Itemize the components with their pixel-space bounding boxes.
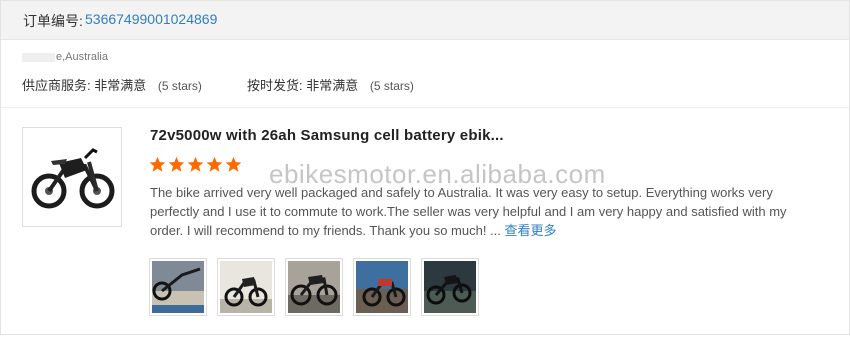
masked-buyer-name	[22, 52, 55, 62]
order-header: 订单编号: 53667499001024869	[1, 1, 849, 40]
review-card: 订单编号: 53667499001024869 e,Australia 供应商服…	[0, 0, 850, 335]
rating-stars-text: (5 stars)	[157, 79, 202, 93]
bike-photo-thumbnail-4-icon	[356, 261, 408, 313]
bike-photo-thumbnail-5-icon	[424, 261, 476, 313]
rating-stars-text: (5 stars)	[369, 79, 414, 93]
rating-value: 非常满意	[94, 78, 147, 93]
divider	[1, 107, 849, 108]
review-photo-thumbnail[interactable]	[217, 258, 275, 316]
bike-photo-thumbnail-3-icon	[288, 261, 340, 313]
buyer-location: e,Australia	[22, 51, 108, 63]
rating-label: 按时发货:	[247, 78, 303, 93]
review-photo-thumbnail[interactable]	[149, 258, 207, 316]
star-icon	[149, 156, 166, 172]
buyer-location-text: e,Australia	[56, 51, 108, 63]
review-text: The bike arrived very well packaged and …	[150, 185, 787, 238]
order-number-label: 订单编号:	[23, 13, 83, 29]
on-time-shipping-rating: 按时发货: 非常满意 (5 stars)	[247, 75, 414, 94]
supplier-service-rating: 供应商服务: 非常满意 (5 stars)	[22, 75, 202, 94]
review-photo-thumbnails	[149, 258, 479, 316]
bike-photo-thumbnail-1-icon	[152, 261, 204, 313]
rating-value: 非常满意	[306, 78, 359, 93]
review-photo-thumbnail[interactable]	[353, 258, 411, 316]
product-image[interactable]	[22, 127, 122, 227]
review-photo-thumbnail[interactable]	[421, 258, 479, 316]
bike-photo-thumbnail-2-icon	[220, 261, 272, 313]
product-rating-stars	[149, 156, 242, 173]
rating-label: 供应商服务:	[22, 78, 91, 93]
view-more-link[interactable]: 查看更多	[505, 223, 557, 238]
review-photo-thumbnail[interactable]	[285, 258, 343, 316]
star-icon	[225, 156, 242, 172]
star-icon	[187, 156, 204, 172]
electric-motorbike-photo-icon	[23, 128, 121, 226]
star-icon	[168, 156, 185, 172]
star-icon	[206, 156, 223, 172]
review-text-block: The bike arrived very well packaged and …	[150, 183, 820, 240]
product-title[interactable]: 72v5000w with 26ah Samsung cell battery …	[150, 127, 504, 144]
order-number-link[interactable]: 53667499001024869	[85, 11, 217, 27]
